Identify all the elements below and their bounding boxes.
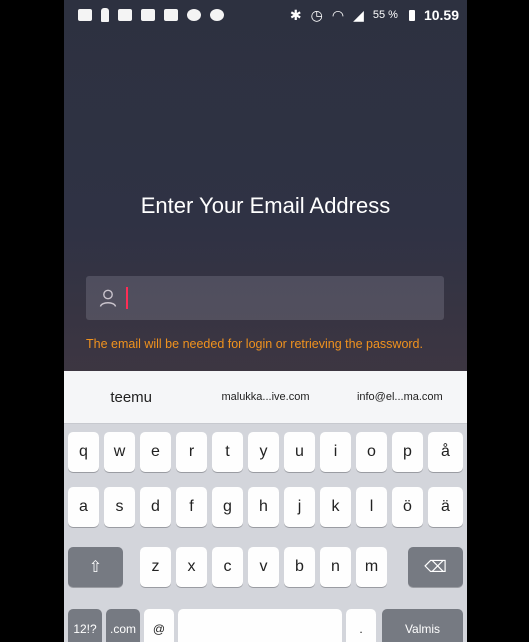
key-y[interactable]: y: [248, 432, 279, 472]
key-j[interactable]: j: [284, 487, 315, 527]
key-a-ring[interactable]: å: [428, 432, 463, 472]
email-input[interactable]: [86, 276, 444, 320]
key-p[interactable]: p: [392, 432, 423, 472]
at-key[interactable]: @: [144, 609, 174, 642]
wifi-icon: ◠: [331, 7, 345, 23]
key-e[interactable]: e: [140, 432, 171, 472]
dot-key[interactable]: .: [346, 609, 376, 642]
suggestion-2[interactable]: malukka...ive.com: [198, 391, 332, 403]
key-n[interactable]: n: [320, 547, 351, 587]
key-s[interactable]: s: [104, 487, 135, 527]
suggestion-bar: teemu malukka...ive.com info@el...ma.com: [64, 371, 467, 424]
status-left-icons: [78, 8, 224, 22]
camera-icon: [118, 9, 132, 21]
suggestion-1[interactable]: teemu: [64, 389, 198, 406]
suggestion-3[interactable]: info@el...ma.com: [333, 391, 467, 403]
battery-icon: [408, 9, 415, 21]
mail-icon: [164, 9, 178, 21]
camera-icon: [141, 9, 155, 21]
key-c[interactable]: c: [212, 547, 243, 587]
key-o-umlaut[interactable]: ö: [392, 487, 423, 527]
key-i[interactable]: i: [320, 432, 351, 472]
space-key[interactable]: [178, 609, 342, 642]
dot-icon: [210, 9, 224, 21]
key-w[interactable]: w: [104, 432, 135, 472]
key-q[interactable]: q: [68, 432, 99, 472]
key-d[interactable]: d: [140, 487, 171, 527]
signal-icon: ◢: [353, 7, 364, 23]
done-key[interactable]: Valmis: [382, 609, 463, 642]
key-z[interactable]: z: [140, 547, 171, 587]
clock: 10.59: [423, 7, 459, 23]
key-a[interactable]: a: [68, 487, 99, 527]
status-right-icons: ✱ ◷ ◠ ◢ 55 % 10.59: [290, 7, 459, 23]
skype-icon: [187, 9, 201, 21]
battery-percent: 55 %: [372, 9, 398, 21]
alarm-icon: ◷: [310, 7, 323, 23]
keyboard: teemu malukka...ive.com info@el...ma.com…: [64, 371, 467, 642]
shift-key[interactable]: ⇧: [68, 547, 123, 587]
bluetooth-icon: ✱: [289, 7, 302, 23]
phone-screen: ✱ ◷ ◠ ◢ 55 % 10.59 Enter Your Email Addr…: [64, 0, 467, 642]
email-hint: The email will be needed for login or re…: [86, 337, 423, 351]
key-b[interactable]: b: [284, 547, 315, 587]
key-f[interactable]: f: [176, 487, 207, 527]
key-t[interactable]: t: [212, 432, 243, 472]
text-cursor: [126, 287, 128, 309]
key-u[interactable]: u: [284, 432, 315, 472]
key-x[interactable]: x: [176, 547, 207, 587]
key-o[interactable]: o: [356, 432, 387, 472]
key-v[interactable]: v: [248, 547, 279, 587]
message-icon: [78, 9, 92, 21]
dotcom-key[interactable]: .com: [106, 609, 140, 642]
key-r[interactable]: r: [176, 432, 207, 472]
numbers-key[interactable]: 12!?: [68, 609, 102, 642]
key-h[interactable]: h: [248, 487, 279, 527]
page-title: Enter Your Email Address: [140, 193, 391, 218]
person-icon: [101, 8, 109, 22]
key-k[interactable]: k: [320, 487, 351, 527]
key-g[interactable]: g: [212, 487, 243, 527]
key-m[interactable]: m: [356, 547, 387, 587]
key-a-umlaut[interactable]: ä: [428, 487, 463, 527]
status-bar: ✱ ◷ ◠ ◢ 55 % 10.59: [64, 0, 467, 30]
key-l[interactable]: l: [356, 487, 387, 527]
user-icon: [99, 289, 117, 307]
backspace-key[interactable]: ⌫: [408, 547, 463, 587]
